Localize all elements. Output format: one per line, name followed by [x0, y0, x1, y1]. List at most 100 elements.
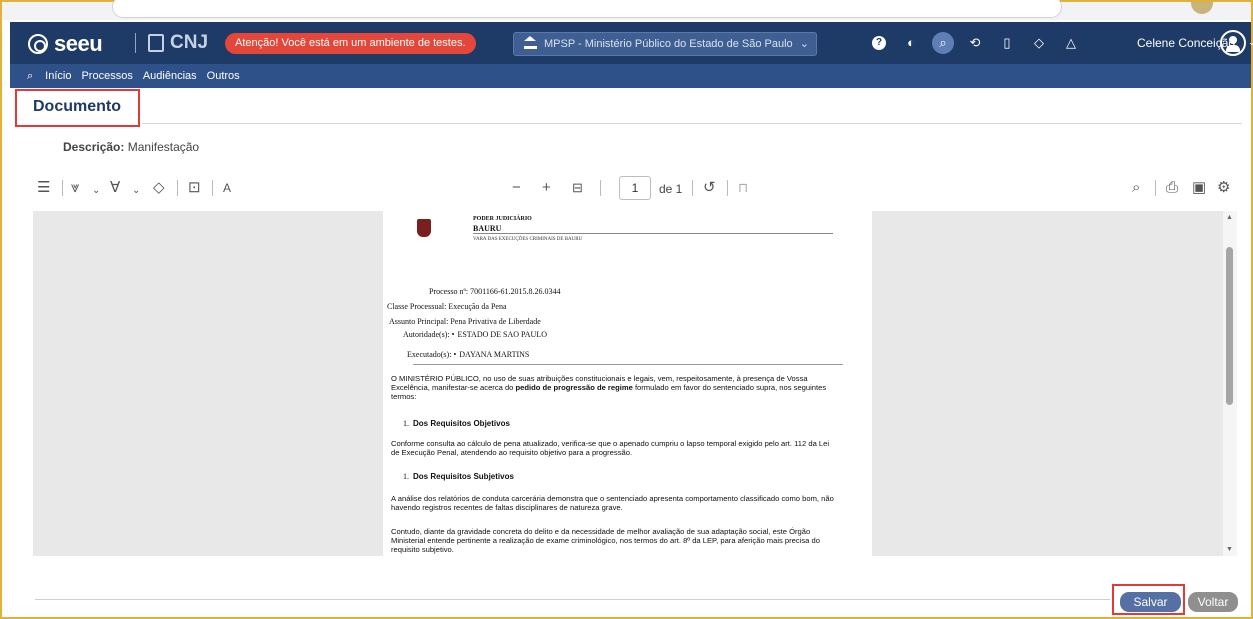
- user-avatar-icon[interactable]: [1220, 30, 1246, 56]
- bullet-icon: •: [453, 350, 457, 359]
- viewer-scrollbar[interactable]: ▲ ▼: [1223, 211, 1237, 556]
- app-frame: seeu CNJ Atenção! Você está em um ambien…: [0, 0, 1253, 619]
- section-objective-heading: 1. Dos Requisitos Objetivos: [403, 419, 510, 428]
- scroll-up-icon[interactable]: ▲: [1226, 214, 1233, 221]
- zoom-out-icon[interactable]: −: [512, 178, 521, 198]
- pdf-page: PODER JUDICIÁRIO BAURU VARA DAS EXECUÇÕE…: [383, 211, 872, 556]
- pdf-toolbar: ☰ ⩔ ⌄ ∀ ⌄ ◇ ⊡ A − + ⊟ 1 de 1 ↺ ⊓ ⌕ ⎙ ▣ ⚙: [35, 174, 1235, 204]
- section-number: 1.: [403, 419, 409, 428]
- meta-processo-label: Processo nº:: [429, 287, 469, 296]
- institution-icon: [524, 36, 537, 49]
- bullet-icon: •: [451, 330, 455, 339]
- section-subjective-text-1: A análise dos relatórios de conduta carc…: [391, 494, 834, 512]
- browser-profile-icon[interactable]: [1191, 2, 1213, 14]
- meta-assunto-value: Pena Privativa de Liberdade: [450, 317, 541, 326]
- section-subjective-text-2: Contudo, diante da gravidade concreta do…: [391, 527, 820, 554]
- organization-select[interactable]: MPSP - Ministério Público do Estado de S…: [513, 32, 817, 56]
- navbar-icons: ? ◐ ⌕ ⟲ ▯ ◇ △: [868, 32, 1082, 54]
- cnj-logo-text: CNJ: [170, 32, 209, 53]
- meta-autoridade: Autoridade(s): • ESTADO DE SAO PAULO: [403, 330, 547, 339]
- rotate-icon[interactable]: ↺: [703, 178, 716, 198]
- section-subjective-heading: 1. Dos Requisitos Subjetivos: [403, 472, 514, 481]
- seeu-logo-icon: [28, 34, 48, 54]
- description-label: Descrição:: [63, 140, 125, 154]
- cnj-logo-icon: [148, 34, 164, 52]
- doc-header-city: BAURU: [473, 224, 502, 233]
- page-number-input[interactable]: 1: [619, 176, 651, 200]
- cnj-logo: CNJ: [148, 32, 208, 54]
- zoom-in-icon[interactable]: +: [542, 178, 551, 198]
- meta-autoridade-value: ESTADO DE SAO PAULO: [457, 330, 547, 339]
- meta-processo-value: 7001166-61.2015.8.26.0344: [470, 287, 561, 296]
- footer-divider: [35, 599, 1110, 600]
- doc-header-rule: [473, 233, 833, 234]
- doc-header-vara: VARA DAS EXECUÇÕES CRIMINAIS DE BAURU: [473, 237, 583, 242]
- user-menu-chevron-icon[interactable]: ⌄: [1248, 37, 1253, 48]
- browser-strip: [2, 0, 1251, 20]
- seeu-logo-text: seeu: [54, 31, 103, 56]
- meta-processo: Processo nº: 7001166-61.2015.8.26.0344: [429, 287, 561, 296]
- history-icon[interactable]: ⟲: [964, 32, 986, 54]
- bookmark-icon[interactable]: ▯: [996, 32, 1018, 54]
- menu-item-processos[interactable]: Processos: [81, 70, 132, 82]
- theme-toggle-icon[interactable]: ◐: [900, 32, 922, 54]
- text-box-icon[interactable]: ⊡: [188, 178, 201, 198]
- toolbar-divider: [62, 180, 63, 196]
- toolbar-divider: [692, 180, 693, 196]
- toolbar-divider: [600, 180, 601, 196]
- find-icon[interactable]: ⌕: [1132, 178, 1140, 198]
- draw-tool-icon[interactable]: ∀: [110, 178, 120, 198]
- back-button[interactable]: Voltar: [1188, 592, 1238, 612]
- meta-autoridade-label: Autoridade(s):: [403, 330, 450, 339]
- scrollbar-thumb[interactable]: [1226, 247, 1233, 405]
- toolbar-divider: [727, 180, 728, 196]
- menu-item-inicio[interactable]: Início: [45, 70, 71, 82]
- meta-executado: Executado(s): • DAYANA MARTINS: [407, 350, 529, 359]
- menu-search-icon[interactable]: ⌕: [27, 70, 33, 83]
- toolbar-divider: [212, 180, 213, 196]
- page-count: de 1: [659, 182, 683, 196]
- address-bar[interactable]: [112, 0, 1062, 18]
- seeu-logo[interactable]: seeu: [28, 31, 103, 57]
- meta-classe: Classe Processual: Execução da Pena: [387, 302, 507, 311]
- read-aloud-icon[interactable]: A: [223, 178, 231, 198]
- intro-bold-text: pedido de progressão de regime: [515, 383, 633, 392]
- menu-item-audiencias[interactable]: Audiências: [143, 70, 197, 82]
- print-icon[interactable]: ⎙: [1166, 178, 1178, 198]
- meta-assunto-label: Assunto Principal:: [389, 317, 449, 326]
- tag-icon[interactable]: ◇: [1028, 32, 1050, 54]
- test-environment-badge: Atenção! Você está em um ambiente de tes…: [225, 33, 476, 54]
- scroll-down-icon[interactable]: ▼: [1226, 546, 1233, 553]
- search-icon[interactable]: ⌕: [932, 32, 954, 54]
- meta-executado-value: DAYANA MARTINS: [459, 350, 530, 359]
- organization-select-value: MPSP - Ministério Público do Estado de S…: [544, 38, 793, 50]
- highlight-tool-icon[interactable]: ⩔: [71, 178, 79, 198]
- section-title: Dos Requisitos Objetivos: [413, 419, 510, 428]
- eraser-icon[interactable]: ◇: [153, 178, 165, 198]
- title-divider: [142, 123, 1242, 124]
- draw-options-chevron-icon[interactable]: ⌄: [132, 181, 140, 201]
- fit-width-icon[interactable]: ⊟: [572, 178, 583, 198]
- page-view-icon[interactable]: ⊓: [738, 178, 748, 198]
- chevron-down-icon: ⌄: [799, 38, 809, 50]
- help-icon[interactable]: ?: [872, 36, 886, 50]
- main-menu: ⌕ Início Processos Audiências Outros: [10, 64, 1251, 88]
- highlight-options-chevron-icon[interactable]: ⌄: [92, 181, 100, 201]
- menu-item-outros[interactable]: Outros: [207, 70, 240, 82]
- section-title: Dos Requisitos Subjetivos: [413, 472, 514, 481]
- sidebar-toggle-icon[interactable]: ☰: [37, 178, 50, 198]
- document-description: Descrição: Manifestação: [63, 140, 199, 154]
- settings-gear-icon[interactable]: ⚙: [1217, 178, 1230, 198]
- pdf-viewer[interactable]: PODER JUDICIÁRIO BAURU VARA DAS EXECUÇÕE…: [33, 211, 1237, 556]
- save-pdf-icon[interactable]: ▣: [1192, 178, 1206, 198]
- bell-icon[interactable]: △: [1060, 32, 1082, 54]
- toolbar-divider: [177, 180, 178, 196]
- save-button[interactable]: Salvar: [1120, 592, 1181, 612]
- court-crest-icon: [417, 219, 431, 237]
- navbar-divider: [135, 33, 136, 53]
- meta-executado-label: Executado(s):: [407, 350, 452, 359]
- meta-rule: [413, 364, 843, 365]
- meta-classe-value: Execução da Pena: [448, 302, 507, 311]
- doc-intro-paragraph: O MINISTÉRIO PÚBLICO, no uso de suas atr…: [391, 374, 837, 401]
- page-title: Documento: [33, 98, 121, 115]
